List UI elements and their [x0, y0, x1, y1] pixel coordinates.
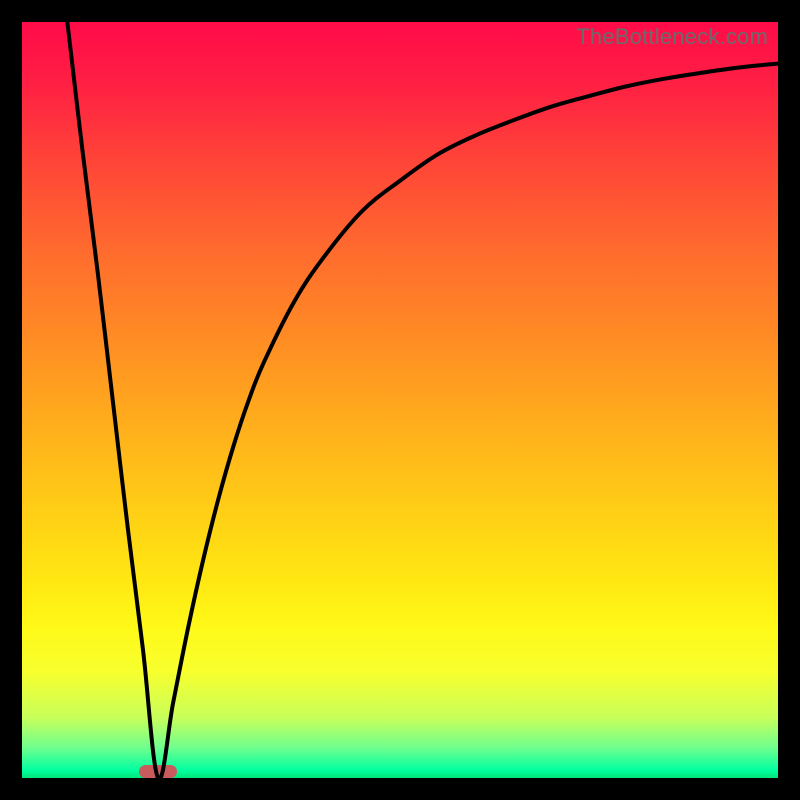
bottleneck-curve	[22, 22, 778, 778]
plot-area: TheBottleneck.com	[22, 22, 778, 778]
chart-frame: TheBottleneck.com	[0, 0, 800, 800]
watermark-text: TheBottleneck.com	[576, 24, 768, 50]
